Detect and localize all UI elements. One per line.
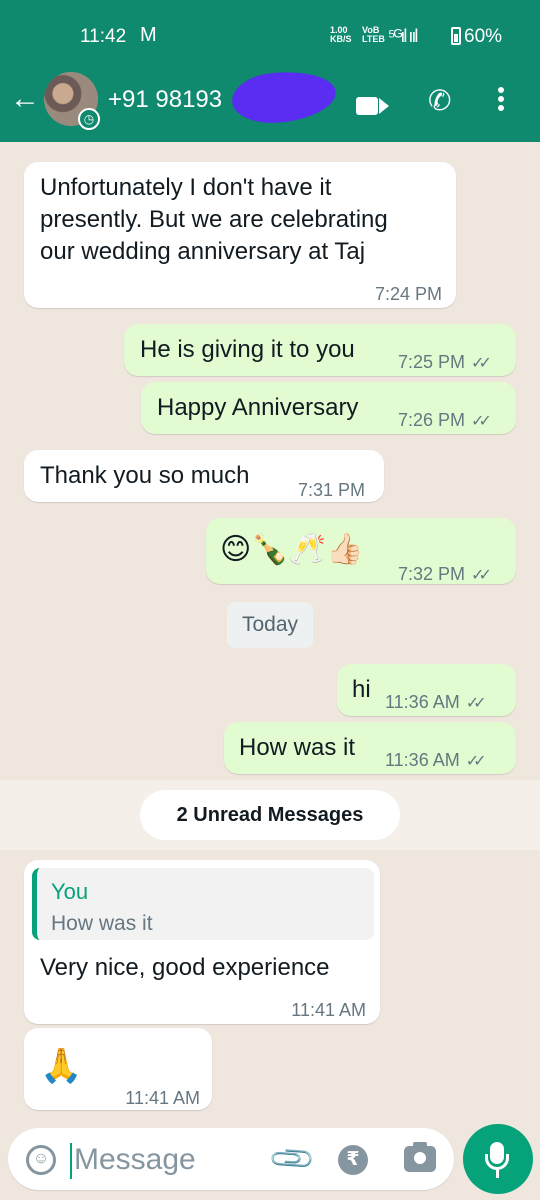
incoming-message[interactable]: You How was it Very nice, good experienc… [24, 860, 380, 1024]
message-text: Very nice, good experience [40, 954, 330, 981]
battery-level: 60% [464, 26, 503, 47]
voice-call-icon[interactable]: ✆ [428, 84, 451, 117]
status-time: 11:42 [80, 26, 127, 47]
message-time-label: 11:36 AM [385, 692, 460, 712]
message-time: 11:36 AM ✓✓ [385, 744, 487, 778]
compose-bar: ☺ 📎 ₹ [0, 1120, 540, 1200]
network-speed: 1.00 KB/S [330, 25, 352, 44]
read-ticks-icon: ✓✓ [465, 695, 487, 712]
status-update-icon: ◷ [78, 108, 100, 130]
mic-stand [485, 1154, 509, 1170]
emoji-icon[interactable]: ☺ [26, 1145, 56, 1175]
message-list[interactable]: Unfortunately I don't have it presently.… [0, 142, 540, 1120]
outgoing-message[interactable]: He is giving it to you 7:25 PM ✓✓ [124, 324, 516, 376]
read-ticks-icon: ✓✓ [471, 567, 492, 584]
message-time-label: 7:25 PM [398, 352, 466, 372]
volte-indicator: VoB LTEB [362, 25, 385, 44]
reply-text: How was it [51, 912, 153, 935]
unread-messages-divider: 2 Unread Messages [140, 790, 400, 840]
message-time: 11:41 AM [291, 1000, 366, 1020]
message-box[interactable]: ☺ 📎 ₹ [8, 1128, 454, 1190]
message-time-label: 7:32 PM [398, 564, 466, 584]
message-text: 😊🍾🥂👍🏻 [220, 533, 364, 566]
message-text: Happy Anniversary [157, 394, 359, 421]
message-text: Thank you so much [40, 462, 250, 489]
read-ticks-icon: ✓✓ [471, 413, 492, 430]
reply-author: You [51, 879, 89, 904]
message-text: Unfortunately I don't have it presently.… [40, 174, 388, 265]
back-arrow-icon[interactable]: ← [10, 82, 40, 116]
text-caret [70, 1143, 72, 1179]
voice-message-button[interactable] [463, 1124, 533, 1194]
read-ticks-icon: ✓✓ [471, 355, 492, 372]
message-time: 7:25 PM ✓✓ [398, 346, 492, 380]
status-bar: 11:42 M 1.00 KB/S VoB LTEB ⁵ᴳıl ııl 60% [0, 0, 540, 72]
message-time: 7:31 PM [298, 480, 366, 500]
quoted-reply[interactable]: You How was it [32, 868, 374, 940]
message-time: 7:32 PM ✓✓ [398, 558, 492, 592]
message-text: 🙏 [40, 1047, 83, 1085]
message-time: 7:24 PM [374, 284, 442, 304]
video-call-icon[interactable] [356, 89, 389, 120]
outgoing-message[interactable]: hi 11:36 AM ✓✓ [337, 664, 516, 716]
top-bar: 11:42 M 1.00 KB/S VoB LTEB ⁵ᴳıl ııl 60% … [0, 0, 540, 142]
signal-icon: ⁵ᴳıl ııl [388, 26, 418, 46]
message-time-label: 7:26 PM [398, 410, 466, 430]
outgoing-message[interactable]: How was it 11:36 AM ✓✓ [224, 722, 516, 774]
outgoing-message[interactable]: Happy Anniversary 7:26 PM ✓✓ [141, 382, 516, 434]
chat-header: ← ◷ +91 98193 ✆ [0, 66, 540, 142]
message-text: How was it [239, 734, 356, 761]
mic-base [496, 1170, 499, 1178]
message-time: 11:41 AM [125, 1088, 200, 1108]
incoming-message[interactable]: Thank you so much 7:31 PM [24, 450, 384, 502]
redaction-mark [229, 66, 339, 128]
read-ticks-icon: ✓✓ [465, 753, 487, 770]
gmail-icon: M [140, 24, 157, 46]
overflow-menu-icon[interactable] [498, 84, 504, 114]
incoming-message[interactable]: Unfortunately I don't have it presently.… [24, 162, 456, 308]
message-input[interactable] [74, 1138, 254, 1182]
battery-icon [451, 27, 461, 45]
message-text: He is giving it to you [140, 336, 355, 363]
rupee-payment-icon[interactable]: ₹ [338, 1145, 368, 1175]
message-time-label: 11:36 AM [385, 750, 460, 770]
camera-icon[interactable] [404, 1142, 436, 1172]
date-divider: Today [227, 602, 313, 648]
message-time: 11:36 AM ✓✓ [385, 686, 487, 720]
message-time: 7:26 PM ✓✓ [398, 404, 492, 438]
outgoing-message[interactable]: 😊🍾🥂👍🏻 7:32 PM ✓✓ [206, 518, 516, 584]
incoming-message[interactable]: 🙏 11:41 AM [24, 1028, 212, 1110]
message-text: hi [352, 676, 371, 703]
contact-name[interactable]: +91 98193 [108, 86, 222, 114]
attach-icon[interactable]: 📎 [267, 1134, 318, 1185]
